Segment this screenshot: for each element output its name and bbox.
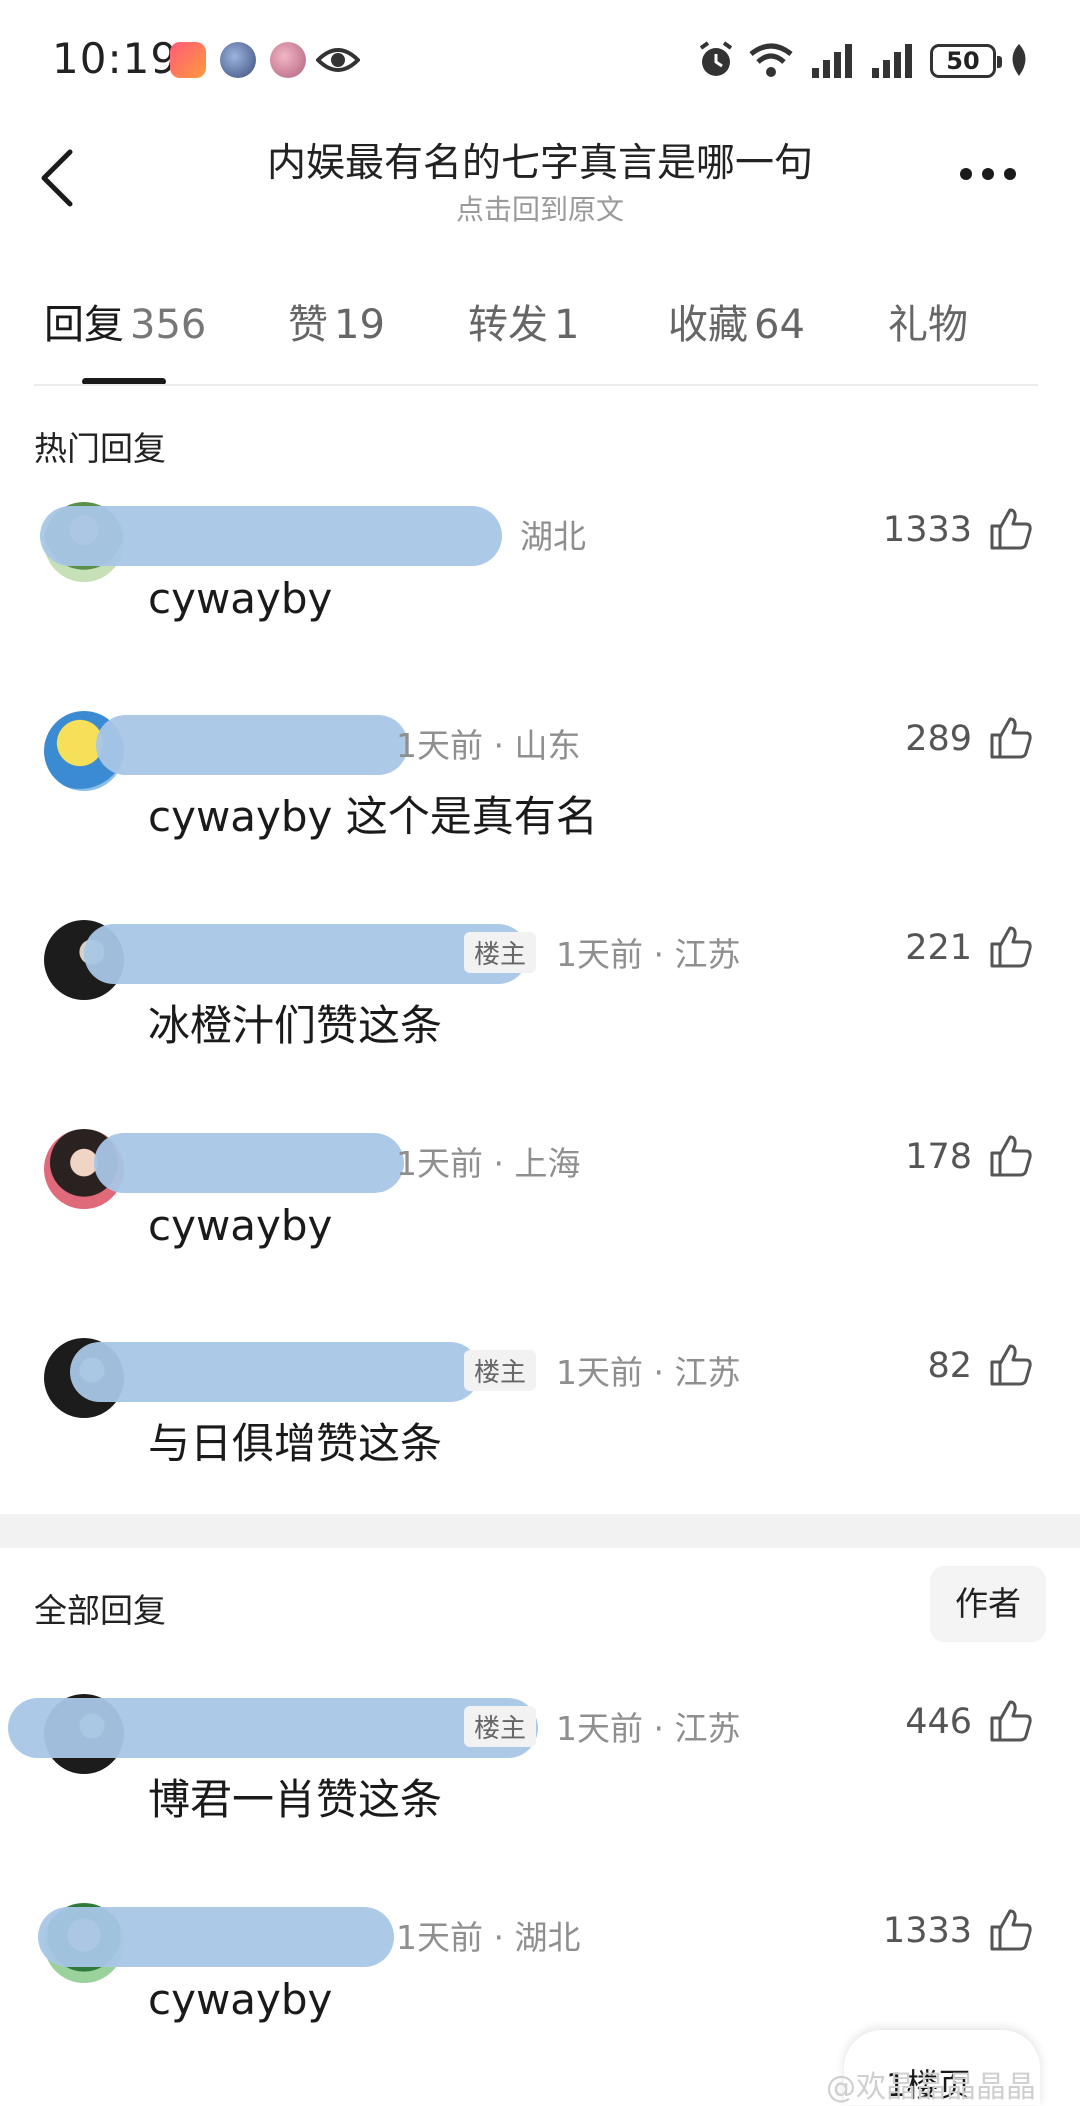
redaction-mask [84,924,528,984]
like-count: 446 [905,1702,972,1742]
comment-text: 与日俱增赞这条 [148,1419,443,1468]
like-count: 1333 [882,1911,972,1951]
tab-count: 356 [130,302,207,348]
author-filter-button[interactable]: 作者 [930,1566,1046,1642]
battery-icon: 50 [930,44,1002,78]
app-avatar-icon [270,42,306,78]
comment-meta: 楼主 1天前 · 江苏 [464,1346,740,1394]
back-to-post-link[interactable]: 点击回到原文 [150,188,930,228]
op-badge: 楼主 [464,1350,537,1391]
tab-replies[interactable]: 回复 356 [44,292,206,350]
comment-meta: 1天前 · 山东 [396,719,580,767]
redaction-mask [96,715,408,775]
comment-time-location: 1天前 · 江苏 [556,1709,741,1748]
comment-time-location: 湖北 [520,517,586,556]
tab-label: 回复 [44,302,124,348]
thumbs-up-icon[interactable] [988,1133,1034,1179]
tab-divider [34,384,1038,386]
battery-level: 50 [946,47,980,75]
signal-icon [812,44,852,78]
tab-likes[interactable]: 赞 19 [288,292,385,350]
comment-time-location: 1天前 · 山东 [396,726,581,765]
thumbs-up-icon[interactable] [988,1698,1034,1744]
thumbs-up-icon[interactable] [988,506,1034,552]
thumbs-up-icon[interactable] [988,924,1034,970]
comment-meta: 楼主 1天前 · 江苏 [464,928,740,976]
wifi-icon [749,43,793,77]
comment-time-location: 1天前 · 上海 [396,1144,581,1183]
tab-bar: 回复 356 赞 19 转发 1 收藏 64 礼物 [0,292,1080,386]
section-divider [0,1514,1080,1548]
like-count: 178 [905,1137,972,1177]
comment-time-location: 1天前 · 江苏 [556,935,741,974]
comment-meta: 楼主 1天前 · 江苏 [464,1702,740,1750]
tab-label: 礼物 [888,302,968,348]
comment-text: cywayby [148,1975,333,2024]
comment-item[interactable]: 楼主 1天前 · 江苏 博君一肖赞这条 446 [0,1694,1080,1864]
app-badge-icon [170,42,206,78]
app-avatar-icon [220,42,256,78]
comment-time-location: 1天前 · 湖北 [396,1918,581,1957]
tab-label: 收藏 [668,302,748,348]
tab-count: 64 [754,302,805,348]
more-options-icon[interactable] [956,160,1020,188]
redaction-mask [38,1907,394,1967]
thumbs-up-icon[interactable] [988,1907,1034,1953]
tab-count: 19 [334,302,385,348]
status-time: 10:19 [52,34,179,83]
all-replies-title: 全部回复 [34,1591,166,1630]
eye-icon [316,48,360,72]
comment-text: 冰橙汁们赞这条 [148,1001,443,1050]
hot-replies-title: 热门回复 [34,429,166,468]
thumbs-up-icon[interactable] [988,715,1034,761]
like-count: 221 [905,928,972,968]
tab-label: 转发 [468,302,548,348]
redaction-mask [40,506,502,566]
op-badge: 楼主 [464,932,537,973]
tab-count: 1 [554,302,580,348]
back-icon[interactable] [34,146,78,210]
leaf-icon [1012,44,1026,76]
tab-favorites[interactable]: 收藏 64 [668,292,805,350]
tab-gifts[interactable]: 礼物 [888,292,968,350]
comment-item[interactable]: 湖北 cywayby 1333 [0,502,1080,672]
status-bar: 10:19 50 [0,0,1080,120]
like-count: 289 [905,719,972,759]
tab-label: 赞 [288,302,328,348]
watermark: @欢晶晶晶晶晶 [826,2070,1036,2105]
like-count: 82 [927,1346,972,1386]
like-count: 1333 [882,510,972,550]
comment-item[interactable]: 1天前 · 山东 cywayby 这个是真有名 289 [0,711,1080,881]
alarm-icon [699,41,733,76]
comment-meta: 1天前 · 上海 [396,1137,580,1185]
redaction-mask [8,1698,538,1758]
comment-text: cywayby [148,574,333,623]
redaction-mask [70,1342,480,1402]
redaction-mask [94,1133,404,1193]
comment-item[interactable]: 1天前 · 上海 cywayby 178 [0,1129,1080,1299]
comment-meta: 1天前 · 湖北 [396,1911,580,1959]
comment-text: cywayby [148,1201,333,1250]
signal-icon [872,44,912,78]
comment-meta: 湖北 [520,510,586,558]
page-title[interactable]: 内娱最有名的七字真言是哪一句 [150,132,930,188]
comment-text: 博君一肖赞这条 [148,1775,443,1824]
op-badge: 楼主 [464,1706,537,1747]
thumbs-up-icon[interactable] [988,1342,1034,1388]
tab-reposts[interactable]: 转发 1 [468,292,579,350]
comment-text: cywayby 这个是真有名 [148,792,598,841]
comment-item[interactable]: 楼主 1天前 · 江苏 冰橙汁们赞这条 221 [0,920,1080,1090]
comment-time-location: 1天前 · 江苏 [556,1353,741,1392]
comment-item[interactable]: 楼主 1天前 · 江苏 与日俱增赞这条 82 [0,1338,1080,1508]
